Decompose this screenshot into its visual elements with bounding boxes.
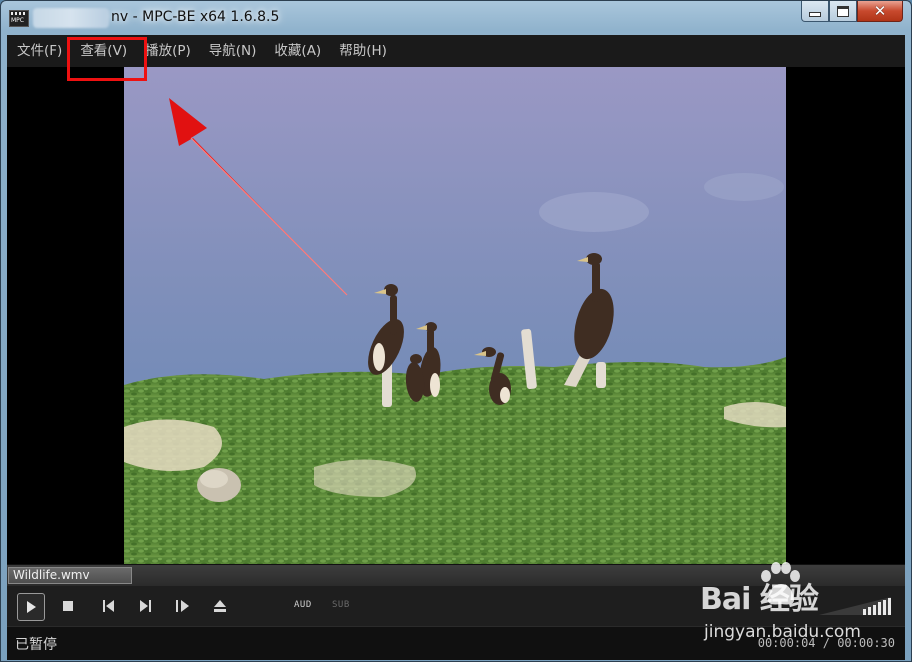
annotation-highlight-box — [67, 37, 147, 81]
subtitle-button[interactable]: SUB — [332, 600, 350, 610]
maximize-icon — [837, 5, 849, 17]
menu-help[interactable]: 帮助(H) — [330, 35, 396, 67]
frame-step-button[interactable] — [170, 593, 196, 619]
file-name-label: Wildlife.wmv — [13, 568, 90, 582]
window-title: nv - MPC-BE x64 1.6.8.5 — [111, 9, 280, 25]
maximize-button[interactable] — [829, 1, 857, 22]
stop-icon — [63, 601, 73, 611]
close-button[interactable]: ✕ — [857, 1, 903, 22]
play-button[interactable] — [17, 593, 45, 621]
playback-status: 已暂停 — [15, 637, 57, 653]
blurred-title-segment — [33, 8, 109, 28]
next-button[interactable] — [132, 593, 158, 619]
app-icon[interactable] — [9, 10, 29, 27]
baidu-jingyan-watermark: Bai 经验 jingyan.baidu.com — [700, 562, 900, 652]
frame-step-icon — [176, 600, 189, 612]
title-bar[interactable]: nv - MPC-BE x64 1.6.8.5 ✕ — [1, 1, 911, 35]
stop-button[interactable] — [55, 593, 81, 619]
minimize-button[interactable] — [801, 1, 829, 22]
window-controls: ✕ — [801, 1, 903, 23]
skip-back-icon — [103, 600, 114, 612]
eject-button[interactable] — [207, 593, 233, 619]
paw-icon — [761, 562, 800, 605]
menu-file[interactable]: 文件(F) — [7, 35, 71, 67]
menu-favorites[interactable]: 收藏(A) — [265, 35, 330, 67]
play-icon — [27, 601, 36, 613]
eject-icon — [214, 600, 226, 612]
close-icon: ✕ — [873, 2, 887, 20]
annotation-arrow — [169, 98, 348, 296]
watermark-site: jingyan.baidu.com — [704, 622, 861, 642]
previous-button[interactable] — [96, 593, 122, 619]
skip-forward-icon — [140, 600, 151, 612]
audio-track-button[interactable]: AUD — [294, 600, 312, 610]
video-area[interactable] — [7, 67, 905, 564]
menu-navigate[interactable]: 导航(N) — [200, 35, 266, 67]
minimize-icon — [809, 11, 821, 17]
